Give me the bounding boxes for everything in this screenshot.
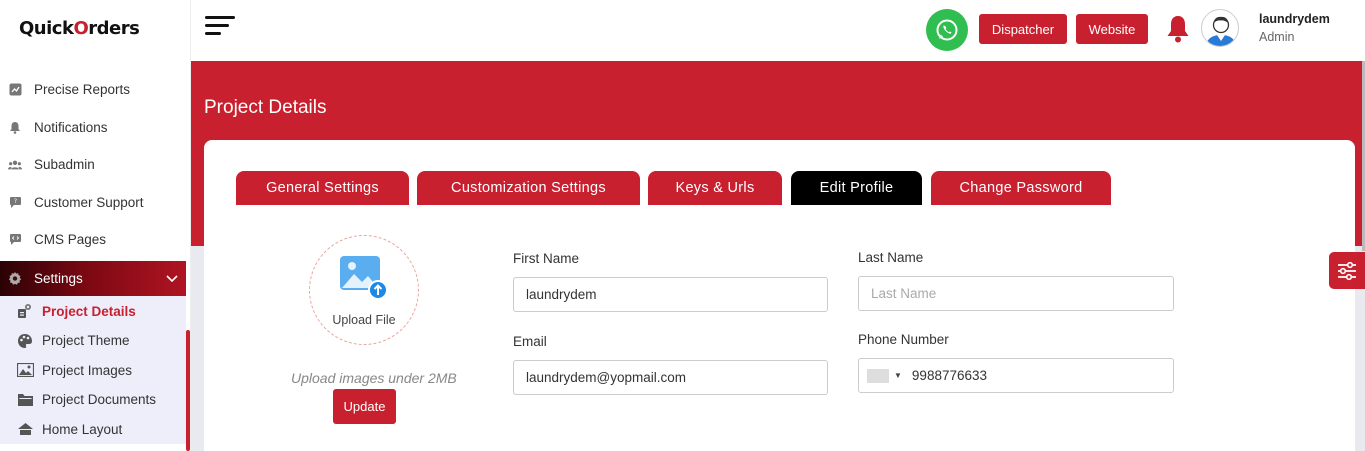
sidebar-item-label: Settings (34, 270, 83, 286)
phone-number-value: 9988776633 (911, 368, 988, 383)
sidebar-subitem-project-details[interactable]: Project Details (0, 297, 186, 327)
logo[interactable]: QuickOrders (19, 18, 140, 39)
sidebar-subitem-label: Project Theme (42, 333, 130, 349)
user-role: Admin (1259, 30, 1295, 44)
tab-change-password[interactable]: Change Password (931, 171, 1111, 205)
chat-icon: ? (8, 195, 22, 209)
website-button[interactable]: Website (1076, 14, 1148, 44)
chevron-down-icon (166, 271, 178, 286)
image-icon (16, 362, 34, 378)
sidebar-subitem-label: Home Layout (42, 421, 123, 437)
sidebar-subitem-project-images[interactable]: Project Images (0, 356, 186, 386)
gear-icon (8, 271, 22, 285)
sidebar-item-customer-support[interactable]: ? Customer Support (0, 184, 191, 222)
sidebar-menu: Precise Reports Notifications Subadmin ?… (0, 71, 191, 444)
caret-down-icon[interactable]: ▼ (894, 371, 902, 380)
chart-icon (8, 83, 22, 97)
tab-edit-profile[interactable]: Edit Profile (791, 171, 922, 205)
project-details-icon (16, 303, 34, 319)
last-name-label: Last Name (858, 250, 924, 265)
tab-keys-urls[interactable]: Keys & Urls (648, 171, 782, 205)
code-icon (8, 233, 22, 247)
sidebar-item-label: Customer Support (34, 194, 144, 210)
update-button[interactable]: Update (333, 389, 396, 424)
sidebar-subitem-label: Project Images (42, 362, 133, 378)
settings-submenu: Project Details Project Theme Project Im… (0, 295, 186, 445)
sidebar-item-settings[interactable]: Settings (0, 260, 186, 296)
avatar[interactable] (1201, 9, 1239, 47)
first-name-label: First Name (513, 251, 580, 266)
sidebar-subitem-label: Project Details (42, 303, 136, 319)
user-name: laundrydem (1259, 12, 1330, 26)
home-icon (16, 421, 34, 437)
first-name-field[interactable]: laundrydem (513, 277, 828, 312)
sidebar-item-label: Precise Reports (34, 82, 131, 98)
upload-size-note: Upload images under 2MB (291, 370, 457, 386)
notification-bell-icon[interactable] (1165, 14, 1191, 44)
tab-general-settings[interactable]: General Settings (236, 171, 409, 205)
top-header: Dispatcher Website laundrydem Admin (191, 0, 1365, 61)
sidebar: QuickOrders Precise Reports Notification… (0, 0, 191, 451)
sidebar-item-label: CMS Pages (34, 232, 107, 248)
documents-icon (16, 392, 34, 408)
users-icon (8, 158, 22, 172)
svg-text:?: ? (13, 198, 16, 205)
sidebar-item-subadmin[interactable]: Subadmin (0, 146, 191, 184)
upload-file-label: Upload File (332, 312, 396, 327)
whatsapp-icon[interactable] (926, 9, 968, 51)
sidebar-subitem-project-theme[interactable]: Project Theme (0, 326, 186, 356)
tab-customization-settings[interactable]: Customization Settings (417, 171, 640, 205)
sidebar-subitem-project-documents[interactable]: Project Documents (0, 385, 186, 415)
country-flag-icon[interactable] (867, 368, 889, 383)
sidebar-subitem-home-layout[interactable]: Home Layout (0, 415, 186, 445)
image-upload-icon (338, 254, 390, 305)
phone-number-field[interactable]: ▼ 9988776633 (858, 358, 1174, 393)
sidebar-item-precise-reports[interactable]: Precise Reports (0, 71, 191, 109)
last-name-field[interactable]: Last Name (858, 276, 1174, 311)
palette-icon (16, 333, 34, 349)
sidebar-subitem-label: Project Documents (42, 392, 157, 408)
sidebar-item-label: Notifications (34, 119, 108, 135)
dispatcher-button[interactable]: Dispatcher (979, 14, 1067, 44)
sidebar-item-cms-pages[interactable]: CMS Pages (0, 221, 191, 259)
phone-number-label: Phone Number (858, 332, 949, 347)
settings-sliders-icon[interactable] (1329, 252, 1365, 289)
upload-file-dropzone[interactable]: Upload File (309, 235, 419, 345)
email-label: Email (513, 334, 547, 349)
menu-toggle-icon[interactable] (205, 16, 237, 40)
bell-icon (8, 120, 22, 134)
email-field[interactable]: laundrydem@yopmail.com (513, 360, 828, 395)
sidebar-item-label: Subadmin (34, 157, 95, 173)
sidebar-scrollbar[interactable] (186, 330, 190, 451)
sidebar-item-notifications[interactable]: Notifications (0, 109, 191, 147)
page-title: Project Details (204, 97, 327, 118)
